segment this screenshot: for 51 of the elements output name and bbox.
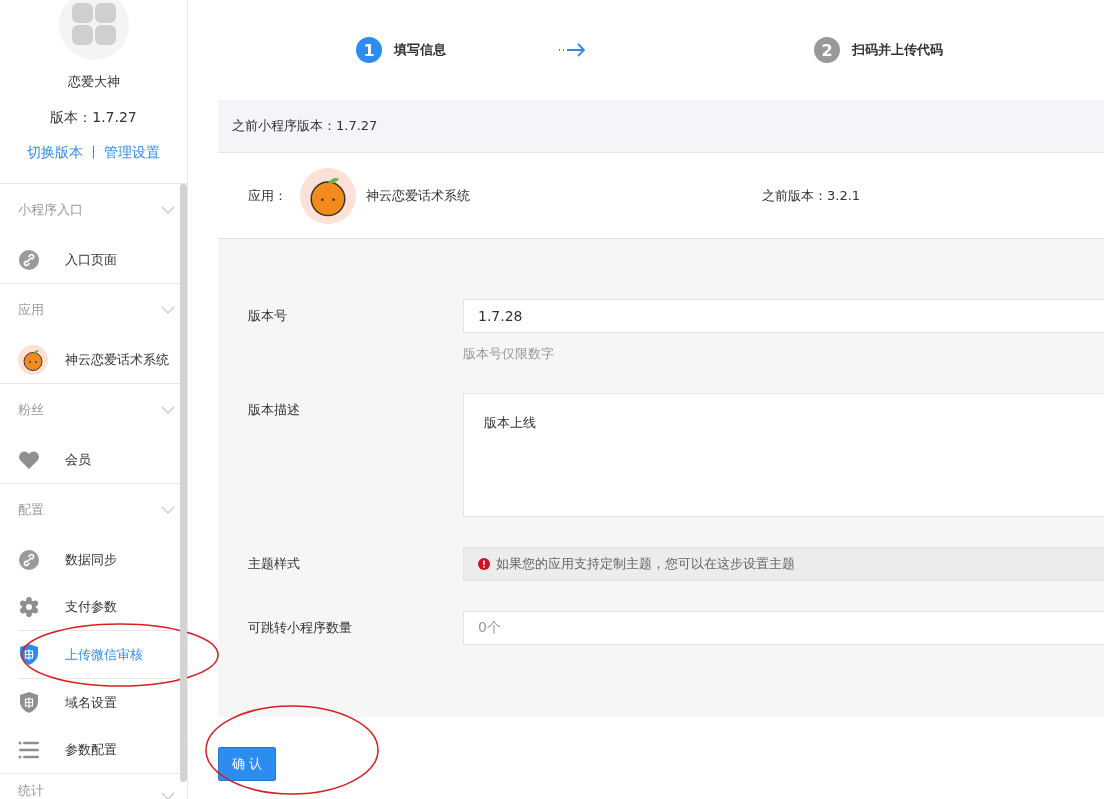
menu-item[interactable]: 上传微信审核: [18, 630, 180, 679]
chevron-down-icon[interactable]: [161, 306, 175, 314]
field-label: 可跳转小程序数量: [248, 619, 353, 637]
link-icon: [18, 548, 40, 571]
scrollbar[interactable]: [180, 184, 187, 782]
app-label: 应用：: [248, 186, 288, 205]
menu-section-title: 小程序入口: [18, 201, 83, 219]
menu-item[interactable]: 会员: [18, 436, 180, 483]
menu-section-title: 配置: [18, 501, 44, 519]
step-number: 2: [814, 37, 840, 63]
step-label: 填写信息: [394, 41, 446, 59]
version-text: 版本：1.7.27: [50, 108, 137, 127]
menu-item[interactable]: 入口页面: [18, 236, 180, 283]
version-number-field[interactable]: 1.7.28: [463, 299, 1104, 333]
dotted-arrow-icon: [558, 43, 586, 57]
chevron-down-icon[interactable]: [161, 206, 175, 214]
menu-item[interactable]: 域名设置: [18, 679, 180, 726]
list-icon: [18, 740, 40, 759]
field-label: 版本描述: [248, 401, 301, 419]
field-label: 版本号: [248, 307, 288, 325]
field-label: 主题样式: [248, 555, 301, 573]
heart-icon: [18, 449, 40, 470]
link-icon: [18, 248, 40, 271]
link-separator: |: [91, 143, 96, 161]
chevron-down-icon[interactable]: [161, 792, 175, 799]
version-description-field[interactable]: 版本上线: [463, 393, 1104, 517]
field-hint: 版本号仅限数字: [463, 345, 555, 363]
previous-version-text: 之前小程序版本：1.7.27: [232, 117, 378, 135]
fruit-avatar-icon: [300, 167, 356, 224]
app-name: 神云恋爱话术系统: [366, 186, 471, 205]
menu-section-title: 应用: [18, 301, 44, 319]
switch-version-link[interactable]: 切换版本: [27, 142, 84, 162]
gear-icon: [18, 596, 40, 617]
shield-icon: [18, 644, 40, 665]
chevron-down-icon[interactable]: [161, 506, 175, 514]
shield-icon: [18, 692, 40, 713]
menu-section-title: 粉丝: [18, 401, 44, 419]
theme-notice-text: 如果您的应用支持定制主题，您可以在这步设置主题: [496, 555, 795, 573]
step-number: 1: [356, 37, 382, 63]
step-label: 扫码并上传代码: [852, 41, 943, 59]
warning-icon: [478, 558, 490, 570]
fruit-avatar-icon: [18, 344, 48, 375]
menu-item[interactable]: 神云恋爱话术系统: [18, 336, 180, 383]
menu-section-title: 统计: [18, 782, 44, 799]
manage-settings-link[interactable]: 管理设置: [103, 142, 160, 162]
menu-item[interactable]: 支付参数: [18, 583, 180, 630]
account-name: 恋爱大神: [67, 73, 120, 91]
app-previous-version: 之前版本：3.2.1: [762, 186, 861, 205]
chevron-down-icon[interactable]: [161, 406, 175, 414]
menu-item[interactable]: 参数配置: [18, 726, 180, 773]
menu-item[interactable]: 数据同步: [18, 536, 180, 583]
